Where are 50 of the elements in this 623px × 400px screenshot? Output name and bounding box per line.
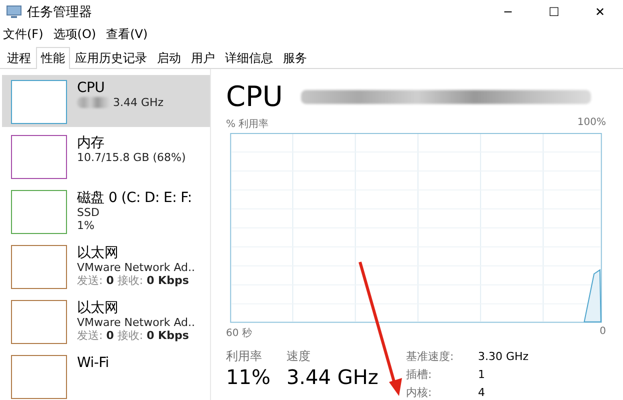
stat-label: 速度 [286,348,312,365]
tab[interactable]: 详细信息 [220,47,278,68]
sidebar-item[interactable]: Wi-Fi [2,350,210,400]
spec-value: 4 [478,385,486,400]
item-title: 以太网 [77,300,120,316]
spec-label: 插槽: [406,367,433,383]
tab[interactable]: 进程 [2,47,36,68]
spec-label: 内核: [406,385,433,400]
item-detail: 发送: 0 接收: 0 Kbps [77,274,189,287]
stat-value: 3.44 GHz [286,365,378,389]
window-title: 任务管理器 [27,4,92,21]
item-detail: VMware Network Ad.. [77,261,196,274]
tab[interactable]: 用户 [186,47,220,68]
menu-item[interactable]: 查看(V) [105,26,149,42]
sidebar-item[interactable]: 以太网 VMware Network Ad.. 发送: 0 接收: 0 Kbps [2,295,210,347]
spec-value: 3.30 GHz [478,349,529,365]
item-detail: 发送: 0 接收: 0 Kbps [77,329,189,342]
axis-label: 0 [600,326,606,339]
item-title: 内存 [77,135,106,151]
item-title: Wi-Fi [77,355,109,371]
spec-label: 基准速度: [406,349,455,365]
tab[interactable]: 服务 [278,47,312,68]
item-title: 磁盘 0 (C: D: E: F: [77,190,192,206]
sidebar-item[interactable]: 内存 10.7/15.8 GB (68%) [2,130,210,182]
item-detail: 1% [77,219,94,232]
maximize-button[interactable]: ☐ [531,0,577,24]
tab[interactable]: 性能 [36,47,70,69]
close-button[interactable]: ✕ [577,0,623,24]
axis-label: % 利用率 [226,118,269,132]
spec-value: 1 [478,367,486,383]
axis-label: 60 秒 [226,326,252,340]
sidebar-item[interactable]: CPU 3.44 GHz [2,75,210,127]
tab[interactable]: 应用历史记录 [70,47,152,68]
item-title: CPU [77,80,106,96]
menu-item[interactable]: 文件(F) [2,26,44,42]
minimize-button[interactable]: ─ [485,0,531,24]
item-title: 以太网 [77,245,120,261]
stat-value: 11% [226,365,270,389]
menu-item[interactable]: 选项(O) [52,26,98,42]
sidebar-item[interactable]: 以太网 VMware Network Ad.. 发送: 0 接收: 0 Kbps [2,240,210,292]
section-title: CPU [226,80,283,114]
item-detail: SSD [77,206,100,219]
tab[interactable]: 启动 [152,47,186,68]
monitor-icon [6,5,22,19]
sidebar-item[interactable]: 磁盘 0 (C: D: E: F: SSD 1% [2,185,210,237]
item-detail: 10.7/15.8 GB (68%) [77,151,186,164]
item-detail: 3.44 GHz [113,96,164,109]
item-detail: VMware Network Ad.. [77,316,196,329]
stat-label: 利用率 [226,348,263,365]
axis-label: 100% [577,117,606,130]
